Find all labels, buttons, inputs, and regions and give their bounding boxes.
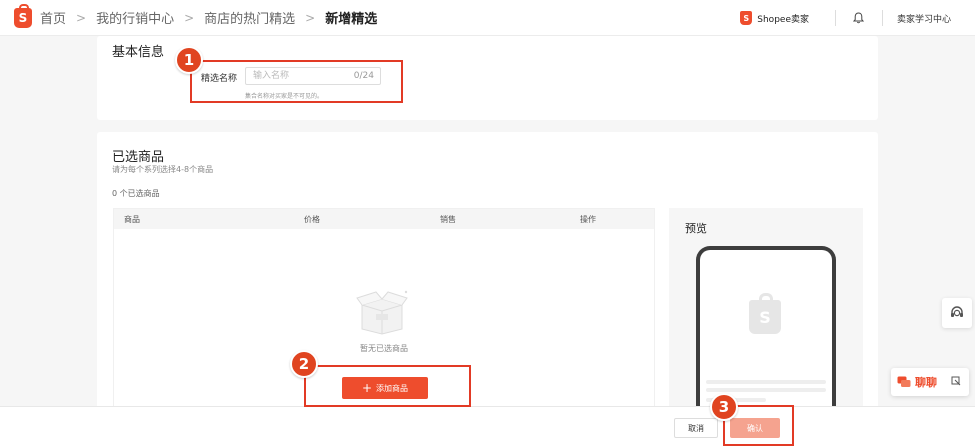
divider (881, 10, 883, 26)
notification-bell-icon[interactable] (844, 0, 874, 36)
basic-info-title: 基本信息 (112, 45, 165, 60)
minimize-window-icon[interactable] (951, 376, 961, 386)
column-header-price: 价格 (304, 215, 320, 224)
chevron-right-icon: > (184, 10, 195, 25)
chevron-right-icon: > (305, 10, 316, 25)
step-marker-1: 1 (175, 46, 203, 74)
breadcrumb-marketing-centre[interactable]: 我的行销中心 (94, 8, 176, 27)
cancel-button[interactable]: 取消 (674, 418, 718, 438)
column-header-product: 商品 (124, 215, 140, 224)
top-bar: S 首页 > 我的行销中心 > 商店的热门精选 > 新增精选 S Shopee卖… (0, 0, 975, 36)
chat-bubble-icon (897, 376, 911, 387)
shopee-logo-icon[interactable]: S (14, 3, 32, 28)
chevron-right-icon: > (76, 10, 87, 25)
breadcrumb-current: 新增精选 (325, 12, 378, 27)
empty-state-text: 暂无已选商品 (360, 344, 408, 353)
chat-widget[interactable]: 聊聊 (891, 368, 969, 396)
seller-brand-label: Shopee卖家 (757, 14, 809, 25)
column-header-action: 操作 (580, 215, 596, 224)
highlight-box-name-field (190, 60, 403, 103)
selected-products-title: 已选商品 (112, 150, 165, 165)
preview-panel: 预览 S (669, 208, 863, 446)
learning-center-link[interactable]: 卖家学习中心 (897, 12, 951, 25)
headset-icon (951, 306, 963, 317)
step-marker-2: 2 (290, 350, 318, 378)
step-marker-3: 3 (710, 393, 738, 421)
shopee-seller-brand[interactable]: S Shopee卖家 (740, 11, 809, 25)
placeholder-line (706, 380, 826, 384)
customer-support-button[interactable] (942, 298, 972, 328)
breadcrumb-home[interactable]: 首页 (38, 8, 68, 27)
footer-bar: 取消 确认 (0, 406, 975, 448)
empty-box-icon (356, 290, 408, 335)
preview-title: 预览 (685, 222, 707, 235)
placeholder-line (706, 388, 826, 392)
selected-products-card: 已选商品 请为每个系列选择4-8个商品 0 个已选商品 商品 价格 销售 操作 … (97, 132, 878, 446)
selected-products-count: 0 个已选商品 (112, 189, 160, 198)
shopee-bag-icon: S (740, 11, 753, 25)
breadcrumb: 首页 > 我的行销中心 > 商店的热门精选 > 新增精选 (38, 8, 379, 28)
products-table-header: 商品 价格 销售 操作 (114, 209, 654, 229)
shopee-bag-placeholder-icon: S (749, 293, 781, 334)
chat-label: 聊聊 (915, 376, 937, 389)
column-header-sales: 销售 (440, 215, 456, 224)
highlight-box-add-product (304, 365, 471, 407)
top-right-nav: S Shopee卖家 卖家学习中心 (740, 0, 975, 36)
selected-products-subtitle: 请为每个系列选择4-8个商品 (112, 165, 214, 174)
breadcrumb-top-picks[interactable]: 商店的热门精选 (202, 8, 297, 27)
divider (834, 10, 836, 26)
